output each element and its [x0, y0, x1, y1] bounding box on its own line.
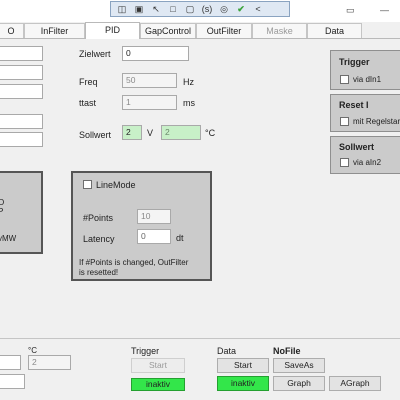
ttast-unit: ms	[183, 98, 195, 108]
sollwert-c-unit: °C	[205, 128, 216, 138]
sollwert-via-ain2-checkbox[interactable]	[340, 158, 349, 167]
reset-i-group-title: Reset I	[339, 100, 369, 110]
ttast-label: ttast	[79, 98, 97, 108]
data-section-label: Data	[217, 346, 237, 356]
bottom-left-input-1[interactable]	[0, 355, 21, 370]
trigger-start-button[interactable]: Start	[131, 358, 185, 373]
tab-o[interactable]: O	[0, 23, 24, 38]
sollwert-via-ain2-label: via aIn2	[353, 158, 382, 167]
sollwert-v-unit: V	[147, 128, 154, 138]
zielwert-field[interactable]: 0	[122, 46, 189, 61]
ttast-field[interactable]: 1	[122, 95, 177, 110]
tab-outfilter[interactable]: OutFilter	[196, 23, 252, 38]
bottom-left-input-2[interactable]	[0, 374, 25, 389]
tab-pid[interactable]: PID	[85, 22, 140, 39]
outfilter-note-line-2: is resetted!	[79, 268, 119, 277]
left-input-4[interactable]	[0, 114, 43, 129]
bottom-value-field[interactable]: 2	[28, 355, 71, 370]
s-badge-icon[interactable]: (s)	[199, 3, 215, 16]
freq-label: Freq	[79, 77, 98, 87]
tab-data[interactable]: Data	[307, 23, 362, 38]
trigger-group-title: Trigger	[339, 57, 370, 67]
points-label: #Points	[83, 213, 114, 223]
linemode-checkbox[interactable]	[83, 180, 92, 189]
window-top-strip: ◫ ▣ ↖ □ ▢ (s) ◎ ✔ < ▭ —	[0, 0, 400, 22]
accessibility-icon[interactable]: ◎	[216, 3, 232, 16]
reset-regelstart-checkbox[interactable]	[340, 117, 349, 126]
tab-strip: O InFilter PID GapControl OutFilter Mask…	[0, 22, 400, 39]
freq-unit: Hz	[183, 77, 194, 87]
left-status-panel: O P vMW	[0, 171, 43, 254]
left-input-3[interactable]	[0, 84, 43, 99]
saveas-button[interactable]: SaveAs	[273, 358, 325, 373]
agraph-button[interactable]: AGraph	[329, 376, 381, 391]
left-input-2[interactable]	[0, 65, 43, 80]
window-icon[interactable]: ▭	[346, 5, 355, 16]
latency-label: Latency	[83, 234, 115, 244]
cursor-icon[interactable]: ↖	[148, 3, 164, 16]
sollwert-group: Sollwert via aIn2	[330, 136, 400, 174]
latency-field[interactable]: 0	[137, 229, 171, 244]
trigger-via-din1-label: via dIn1	[353, 75, 382, 84]
data-start-button[interactable]: Start	[217, 358, 269, 373]
left-input-5[interactable]	[0, 132, 43, 147]
trigger-status-indicator: inaktiv	[131, 378, 185, 391]
points-field[interactable]: 10	[137, 209, 171, 224]
check-icon[interactable]: ✔	[233, 3, 249, 16]
reset-regelstart-label: mit Regelstar	[353, 117, 400, 126]
data-status-indicator: inaktiv	[217, 376, 269, 391]
tab-gapcontrol[interactable]: GapControl	[140, 23, 196, 38]
tab-maske[interactable]: Maske	[252, 23, 307, 38]
trigger-group: Trigger via dIn1	[330, 50, 400, 90]
tab-infilter[interactable]: InFilter	[24, 23, 85, 38]
sollwert-label: Sollwert	[79, 130, 112, 140]
graph-button[interactable]: Graph	[273, 376, 325, 391]
nofile-label: NoFile	[273, 346, 301, 356]
zielwert-label: Zielwert	[79, 49, 111, 59]
frame-icon[interactable]: □	[165, 3, 181, 16]
latency-unit: dt	[176, 233, 184, 243]
floating-toolbar: ◫ ▣ ↖ □ ▢ (s) ◎ ✔ <	[110, 1, 290, 17]
sollwert-v-field[interactable]: 2	[122, 125, 142, 140]
left-panel-line-3: vMW	[0, 234, 17, 243]
trigger-section-label: Trigger	[131, 346, 160, 356]
left-panel-line-2: P	[0, 207, 4, 216]
pin-icon[interactable]: ▢	[182, 3, 198, 16]
window-icon[interactable]: ◫	[114, 3, 130, 16]
linemode-panel: LineMode #Points 10 Latency 0 dt If #Poi…	[71, 171, 212, 281]
chevron-left-icon[interactable]: <	[250, 3, 266, 16]
left-input-1[interactable]	[0, 46, 43, 61]
sollwert-group-title: Sollwert	[339, 142, 375, 152]
camera-icon[interactable]: ▣	[131, 3, 147, 16]
minimize-icon[interactable]: —	[380, 5, 389, 15]
trigger-via-din1-checkbox[interactable]	[340, 75, 349, 84]
reset-i-group: Reset I mit Regelstar	[330, 94, 400, 132]
pid-tab-content: Zielwert 0 Freq 50 Hz ttast 1 ms Sollwer…	[0, 38, 400, 338]
freq-field[interactable]: 50	[122, 73, 177, 88]
sollwert-c-field[interactable]: 2	[161, 125, 201, 140]
linemode-label: LineMode	[96, 180, 136, 190]
bottom-control-bar: °C 2 Trigger Start inaktiv Data NoFile S…	[0, 338, 400, 400]
